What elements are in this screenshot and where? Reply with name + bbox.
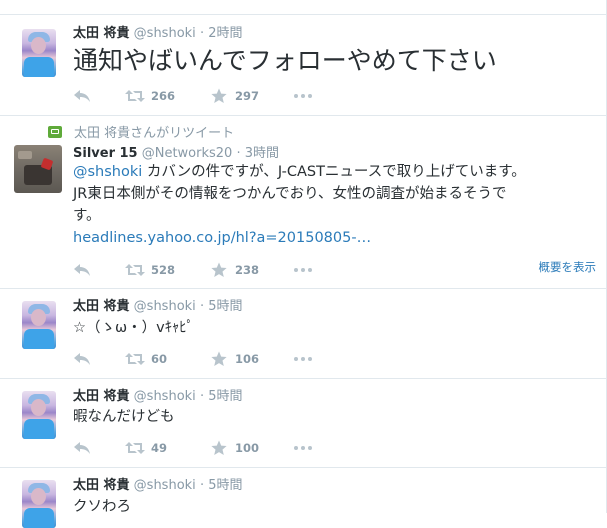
retweet-button[interactable]: 60: [125, 352, 211, 366]
tweet-text: クソわろ: [73, 499, 131, 515]
url-link[interactable]: headlines.yahoo.co.jp/hl?a=20150805-…: [73, 227, 593, 249]
retweet-icon: [125, 442, 145, 454]
tweet-text: 暇なんだけども: [73, 409, 175, 425]
more-button[interactable]: [293, 93, 313, 99]
more-button[interactable]: [293, 356, 313, 362]
user-handle[interactable]: @shshoki: [134, 26, 196, 41]
favorite-button[interactable]: 297: [211, 88, 293, 104]
favorite-button[interactable]: 238: [211, 262, 293, 278]
reply-icon: [74, 264, 90, 276]
user-name[interactable]: Silver 15: [73, 146, 138, 161]
previous-tweet-bottom: [0, 0, 606, 15]
retweet-button[interactable]: 528: [125, 263, 211, 277]
retweet-count: 49: [151, 441, 168, 455]
more-icon: [294, 357, 312, 361]
user-handle[interactable]: @shshoki: [134, 478, 196, 493]
separator-dot: ·: [199, 299, 205, 314]
retweet-icon: [125, 90, 145, 102]
reply-button[interactable]: [73, 441, 125, 455]
separator-dot: ·: [199, 26, 205, 41]
favorite-button[interactable]: 106: [211, 351, 293, 367]
tweet[interactable]: 太田 将貴 @shshoki · 5時間 暇なんだけども 49 100: [0, 379, 606, 468]
tweet-text: @shshoki カバンの件ですが、J-CASTニュースで取り上げています。 J…: [73, 161, 593, 249]
reply-icon: [74, 90, 90, 102]
reply-button[interactable]: [73, 352, 125, 366]
more-icon: [294, 446, 312, 450]
user-handle[interactable]: @Networks20: [142, 146, 233, 161]
reply-button[interactable]: [73, 263, 125, 277]
avatar[interactable]: [22, 29, 56, 77]
reply-icon: [74, 442, 90, 454]
user-name[interactable]: 太田 将貴: [73, 389, 130, 404]
tweet-text-line2: JR東日本側がその情報をつかんでおり、女性の調査が始まるそうで: [73, 186, 507, 202]
avatar[interactable]: [14, 145, 62, 193]
tweet-timestamp[interactable]: 5時間: [208, 478, 242, 493]
tweet[interactable]: 太田 将貴 @shshoki · 5時間 ☆（ゝω・）vｷｬﾋﾟ 60 106: [0, 289, 606, 379]
tweet-actions: 528 238: [73, 261, 313, 279]
user-handle[interactable]: @shshoki: [134, 299, 196, 314]
user-name[interactable]: 太田 将貴: [73, 26, 130, 41]
retweet-button[interactable]: 266: [125, 89, 211, 103]
retweet-icon: [125, 264, 145, 276]
tweet-text-line1: カバンの件ですが、J-CASTニュースで取り上げています。: [142, 164, 526, 180]
tweet-actions: 60 106: [73, 350, 313, 368]
tweet[interactable]: 太田 将貴さんがリツイート Silver 15 @Networks20 · 3時…: [0, 116, 606, 289]
retweet-icon: [125, 353, 145, 365]
more-icon: [294, 268, 312, 272]
tweet-text: ☆（ゝω・）vｷｬﾋﾟ: [73, 320, 194, 336]
tweet-actions: 49 100: [73, 439, 313, 457]
tweet-actions: 266 297: [73, 87, 313, 105]
favorite-count: 297: [235, 89, 260, 103]
retweet-badge-icon: [48, 125, 62, 138]
retweet-count: 266: [151, 89, 176, 103]
tweet-timestamp[interactable]: 5時間: [208, 299, 242, 314]
retweet-context-text[interactable]: 太田 将貴さんがリツイート: [74, 122, 234, 141]
retweet-count: 60: [151, 352, 168, 366]
favorite-icon: [211, 88, 227, 103]
favorite-icon: [211, 351, 227, 366]
user-name[interactable]: 太田 将貴: [73, 299, 130, 314]
favorite-count: 100: [235, 441, 260, 455]
show-summary-link[interactable]: 概要を表示: [539, 259, 597, 275]
more-button[interactable]: [293, 267, 313, 273]
favorite-count: 238: [235, 263, 260, 277]
favorite-icon: [211, 440, 227, 455]
avatar[interactable]: [22, 391, 56, 439]
avatar[interactable]: [22, 480, 56, 528]
retweet-count: 528: [151, 263, 176, 277]
favorite-count: 106: [235, 352, 260, 366]
separator-dot: ·: [199, 389, 205, 404]
favorite-button[interactable]: 100: [211, 440, 293, 456]
user-handle[interactable]: @shshoki: [134, 389, 196, 404]
avatar[interactable]: [22, 301, 56, 349]
reply-button[interactable]: [73, 89, 125, 103]
tweet[interactable]: 太田 将貴 @shshoki · 5時間 クソわろ: [0, 468, 606, 528]
tweet-timestamp[interactable]: 3時間: [245, 146, 279, 161]
separator-dot: ·: [236, 146, 241, 161]
tweet-timestamp[interactable]: 5時間: [208, 389, 242, 404]
retweet-button[interactable]: 49: [125, 441, 211, 455]
tweet-text: 通知やばいんでフォローやめて下さい: [73, 46, 497, 75]
reply-icon: [74, 353, 90, 365]
separator-dot: ·: [199, 478, 205, 493]
favorite-icon: [211, 262, 227, 277]
user-name[interactable]: 太田 将貴: [73, 478, 130, 493]
tweet-text-line3: す。: [73, 208, 101, 224]
more-icon: [294, 94, 312, 98]
retweet-context: 太田 将貴さんがリツイート: [48, 122, 234, 141]
tweet[interactable]: 太田 将貴 @shshoki · 2時間 通知やばいんでフォローやめて下さい 2…: [0, 15, 606, 116]
mention-link[interactable]: @shshoki: [73, 164, 142, 180]
more-button[interactable]: [293, 445, 313, 451]
tweet-timestamp[interactable]: 2時間: [208, 26, 242, 41]
